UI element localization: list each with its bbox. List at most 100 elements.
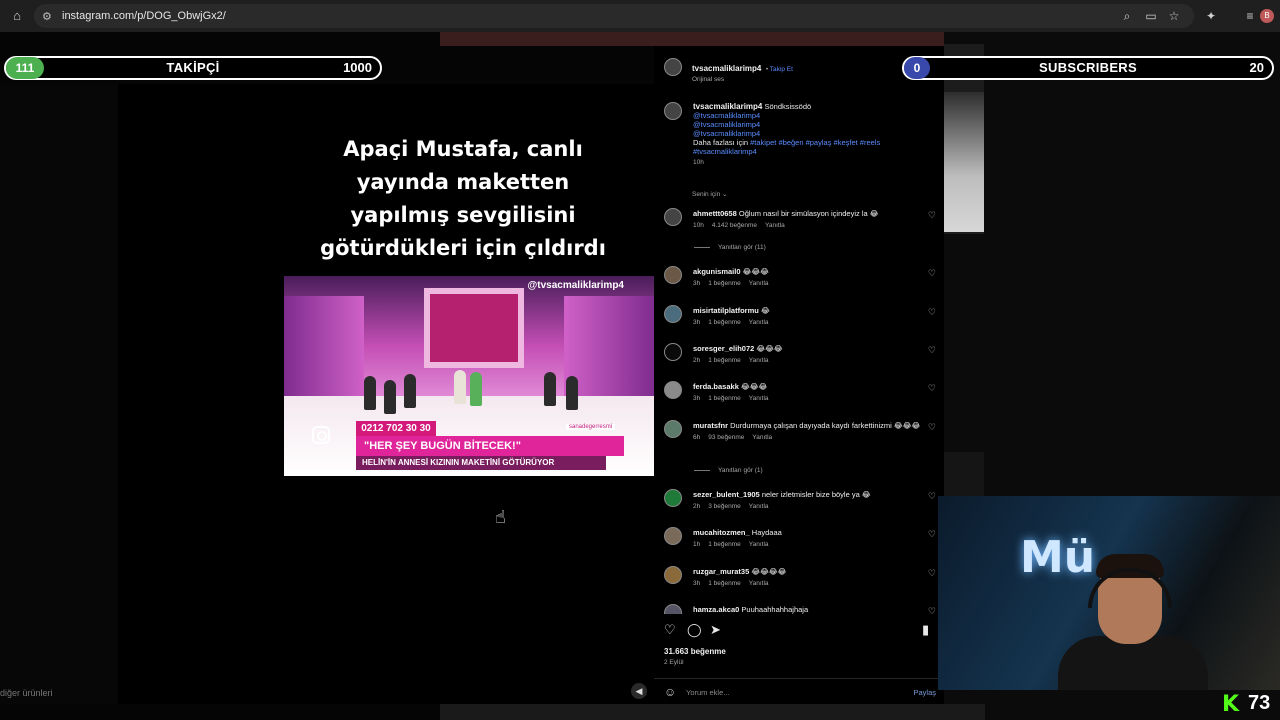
comment-text: 😂😂😂 [756, 344, 783, 353]
subscriber-goal-target: 20 [1249, 60, 1264, 75]
commenter-avatar[interactable] [664, 604, 682, 614]
comment-username[interactable]: muratsfnr [693, 421, 728, 430]
mute-icon[interactable]: ◀ [631, 683, 647, 699]
view-replies-button[interactable]: Yanıtları gör (11) [694, 244, 766, 251]
comment-text: neler izletmisler bize böyle ya 😂 [761, 490, 871, 499]
site-settings-icon[interactable]: ⚙ [42, 10, 56, 23]
comment-likes[interactable]: 1 beğenme [708, 280, 741, 287]
comment-likes[interactable]: 3 beğenme [708, 503, 741, 510]
commenter-avatar[interactable] [664, 343, 682, 361]
comment-likes[interactable]: 93 beğenme [708, 434, 744, 441]
reply-button[interactable]: Yanıtla [749, 503, 769, 510]
follower-goal-title: TAKİPÇİ [166, 60, 220, 75]
zoom-icon[interactable]: ⌕ [1119, 8, 1135, 24]
home-icon[interactable]: ⌂ [9, 8, 25, 24]
comment-likes[interactable]: 1 beğenme [708, 357, 741, 364]
media-icon[interactable]: ≡ [1242, 8, 1258, 24]
mention-link[interactable]: @tvsacmaliklarimp4 [693, 111, 923, 120]
caption-username[interactable]: tvsacmaliklarimp4 [693, 102, 762, 111]
comment-text: 😂😂😂 [742, 267, 769, 276]
like-icon[interactable]: ♡ [664, 622, 676, 638]
comment-username[interactable]: ruzgar_murat35 [693, 567, 749, 576]
reply-button[interactable]: Yanıtla [749, 280, 769, 287]
comment-likes[interactable]: 1 beğenme [708, 580, 741, 587]
comment-time: 1h [693, 541, 701, 548]
mention-link[interactable]: @tvsacmaliklarimp4 [693, 120, 923, 129]
comment-username[interactable]: akgunismail0 [693, 267, 741, 276]
comment-likes[interactable]: 1 beğenme [708, 319, 741, 326]
url-text[interactable]: instagram.com/p/DOG_ObwjGx2/ [62, 10, 226, 22]
like-comment-icon[interactable]: ♡ [928, 568, 936, 579]
like-comment-icon[interactable]: ♡ [928, 422, 936, 433]
sort-filter[interactable]: Senin için ⌄ [692, 190, 727, 198]
lower-third-phone: 0212 702 30 30 [356, 421, 436, 437]
comment-username[interactable]: ferda.basakk [693, 382, 739, 391]
caption-time: 10h [693, 159, 704, 166]
hashtag-link[interactable]: #tvsacmaliklarimp4 [693, 147, 923, 156]
comment-likes[interactable]: 4.142 beğenme [712, 222, 757, 229]
like-comment-icon[interactable]: ♡ [928, 606, 936, 614]
reply-button[interactable]: Yanıtla [749, 319, 769, 326]
author-avatar[interactable] [664, 58, 682, 76]
like-comment-icon[interactable]: ♡ [928, 268, 936, 279]
commenter-avatar[interactable] [664, 566, 682, 584]
comment-username[interactable]: hamza.akca0 [693, 605, 739, 614]
commenter-avatar[interactable] [664, 305, 682, 323]
like-count[interactable]: 31.663 beğenme [664, 647, 726, 656]
hashtag-links[interactable]: #takipet #beğen #paylaş #keşfet #reels [750, 138, 880, 147]
emoji-icon[interactable]: ☺ [664, 685, 676, 699]
comment-username[interactable]: misirtatilplatformu [693, 306, 759, 315]
comment-username[interactable]: ahmettt0658 [693, 209, 737, 218]
reply-button[interactable]: Yanıtla [749, 541, 769, 548]
commenter-avatar[interactable] [664, 208, 682, 226]
commenter-avatar[interactable] [664, 527, 682, 545]
comment-likes[interactable]: 1 beğenme [708, 541, 741, 548]
post-comment-button[interactable]: Paylaş [913, 688, 936, 697]
comment-likes[interactable]: 1 beğenme [708, 395, 741, 402]
commenter-avatar[interactable] [664, 266, 682, 284]
follow-button[interactable]: Takip Et [770, 66, 793, 73]
cast-icon[interactable]: ▭ [1143, 8, 1159, 24]
comment-item: hamza.akca0 Puuhaahhahhajhaja ♡ [662, 604, 940, 614]
mention-link[interactable]: @tvsacmaliklarimp4 [693, 129, 923, 138]
comment-text: Haydaaa [751, 528, 782, 537]
video-frame[interactable]: @tvsacmaliklarimp4 0212 702 30 30 sanade… [284, 276, 654, 476]
comment-username[interactable]: soresger_elih072 [693, 344, 754, 353]
author-username[interactable]: tvsacmaliklarimp4 [692, 64, 761, 73]
profile-avatar[interactable]: B [1260, 9, 1274, 23]
comments-panel: tvsacmaliklarimp4 • Takip Et Orijinal se… [654, 46, 944, 704]
like-comment-icon[interactable]: ♡ [928, 529, 936, 540]
star-icon[interactable]: ☆ [1166, 8, 1182, 24]
follower-goal-bar: 111 TAKİPÇİ 1000 [4, 56, 382, 80]
like-comment-icon[interactable]: ♡ [928, 345, 936, 356]
reply-button[interactable]: Yanıtla [749, 395, 769, 402]
lower-third-headline: "HER ŞEY BUGÜN BİTECEK!" [356, 436, 624, 456]
commenter-avatar[interactable] [664, 381, 682, 399]
like-comment-icon[interactable]: ♡ [928, 307, 936, 318]
like-comment-icon[interactable]: ♡ [928, 210, 936, 221]
share-icon[interactable]: ➤ [710, 622, 721, 638]
comment-username[interactable]: sezer_bulent_1905 [693, 490, 760, 499]
like-comment-icon[interactable]: ♡ [928, 491, 936, 502]
comment-icon[interactable]: ◯ [687, 622, 702, 638]
caption-avatar[interactable] [664, 102, 682, 120]
reply-button[interactable]: Yanıtla [765, 222, 785, 229]
comment-time: 3h [693, 280, 701, 287]
commenter-avatar[interactable] [664, 420, 682, 438]
comment-text: 😂😂😂😂 [751, 567, 787, 576]
reply-button[interactable]: Yanıtla [749, 580, 769, 587]
extensions-icon[interactable]: ✦ [1203, 8, 1219, 24]
background-collage-bottom [440, 704, 985, 720]
post-actions: ♡ ◯ ➤ ▮ [664, 622, 936, 640]
bookmark-icon[interactable]: ▮ [922, 622, 929, 638]
audio-label[interactable]: Orijinal ses [692, 76, 793, 83]
address-bar[interactable]: ⚙ instagram.com/p/DOG_ObwjGx2/ [34, 4, 1194, 28]
view-replies-button[interactable]: Yanıtları gör (1) [694, 467, 763, 474]
comment-username[interactable]: mucahitozmen_ [693, 528, 750, 537]
comment-input[interactable]: Yorum ekle... [686, 688, 730, 697]
instagram-icon [312, 426, 330, 444]
commenter-avatar[interactable] [664, 489, 682, 507]
reply-button[interactable]: Yanıtla [749, 357, 769, 364]
reply-button[interactable]: Yanıtla [752, 434, 772, 441]
like-comment-icon[interactable]: ♡ [928, 383, 936, 394]
